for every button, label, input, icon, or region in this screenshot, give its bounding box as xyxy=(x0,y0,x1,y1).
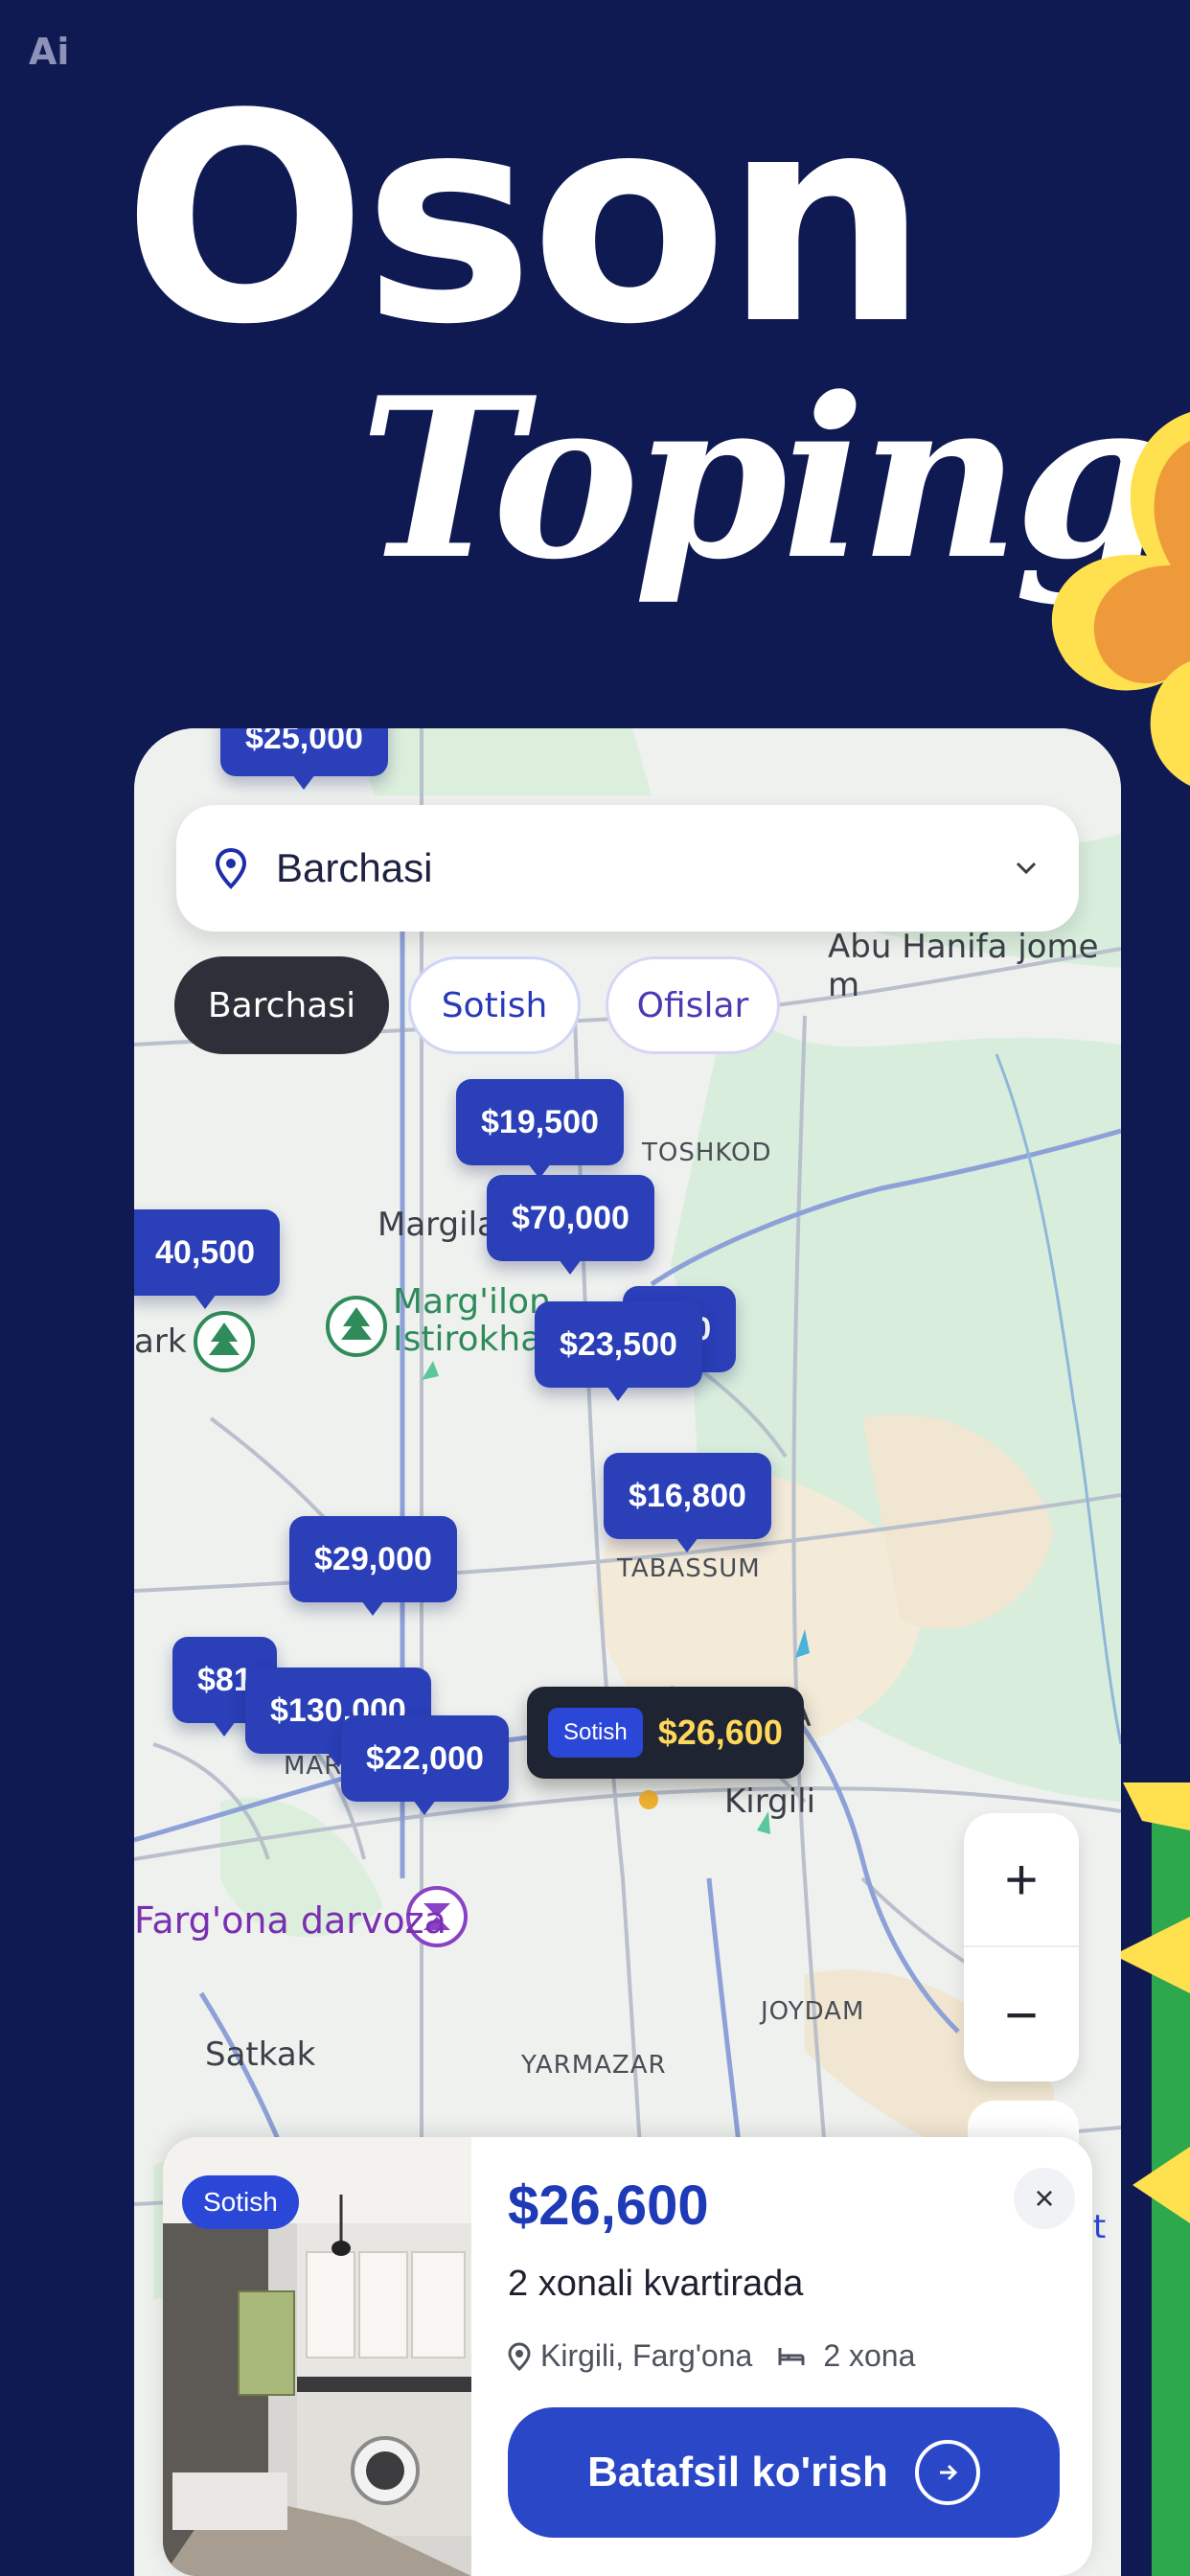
listing-price: $26,600 xyxy=(508,2174,709,2237)
chevron-down-icon[interactable] xyxy=(1012,854,1041,883)
map-label-park: ark xyxy=(134,1322,187,1361)
view-details-button[interactable]: Batafsil ko'rish xyxy=(508,2407,1060,2538)
selected-price-value: $26,600 xyxy=(657,1713,783,1752)
listing-location: Kirgili, Farg'ona xyxy=(540,2338,753,2373)
price-marker[interactable]: $19,500 xyxy=(456,1079,624,1179)
map-label-tabassum: TABASSUM xyxy=(617,1554,761,1583)
filter-chip-barchasi[interactable]: Barchasi xyxy=(174,956,389,1054)
zoom-in-button[interactable]: + xyxy=(964,1813,1079,1947)
price-marker[interactable]: 40,500 xyxy=(134,1209,280,1309)
map-label-margilon-line2: Istirokha xyxy=(393,1319,542,1359)
location-pin-icon xyxy=(508,2341,531,2371)
price-marker[interactable]: $25,000 xyxy=(220,728,388,790)
listing-title: 2 xonali kvartirada xyxy=(508,2264,804,2304)
map-label-fargona: Farg'ona darvoza xyxy=(134,1899,446,1942)
zoom-out-button[interactable]: − xyxy=(964,1947,1079,2082)
arrow-right-icon xyxy=(914,2440,980,2505)
view-details-label: Batafsil ko'rish xyxy=(587,2449,888,2496)
location-search-bar[interactable]: Barchasi xyxy=(176,805,1079,932)
listing-type-badge: Sotish xyxy=(182,2175,299,2229)
leaf-decoration xyxy=(1113,1782,1190,2576)
filter-chip-ofislar[interactable]: Ofislar xyxy=(606,956,780,1054)
zoom-controls: + − xyxy=(964,1813,1079,2082)
phone-screen: Abu Hanifa jome m TOSHKOD Margila ark Ma… xyxy=(134,728,1121,2576)
filter-chip-sotish[interactable]: Sotish xyxy=(408,956,581,1054)
headline-oson: Oson xyxy=(123,53,928,387)
map-label-yarmazar: YARMAZAR xyxy=(521,2051,667,2080)
price-marker[interactable]: $16,800 xyxy=(604,1453,771,1552)
listing-rooms: 2 xona xyxy=(823,2338,916,2373)
ai-badge: Ai xyxy=(29,31,70,73)
map-label-margilan: Margila xyxy=(378,1206,497,1244)
listing-rooms-group: 2 xona xyxy=(777,2338,915,2374)
map-label-satkak: Satkak xyxy=(205,2036,316,2074)
price-marker[interactable]: $70,000 xyxy=(487,1175,654,1275)
map-label-margilon: Marg'ilon Istirokha xyxy=(393,1282,551,1359)
map-label-margilon-line1: Marg'ilon xyxy=(393,1282,551,1322)
bed-icon xyxy=(778,2347,805,2365)
close-icon[interactable]: × xyxy=(1014,2168,1075,2229)
price-marker[interactable]: $23,500 xyxy=(535,1301,702,1401)
price-marker[interactable]: $22,000 xyxy=(341,1715,509,1815)
map-label-toshkod: TOSHKOD xyxy=(642,1138,772,1167)
selected-price-tag: Sotish xyxy=(548,1708,643,1758)
selected-price-marker[interactable]: Sotish $26,600 xyxy=(527,1687,804,1779)
listing-card[interactable]: Sotish $26,600 2 xonali kvartirada Kirgi… xyxy=(163,2137,1092,2576)
location-pin-icon xyxy=(215,847,247,889)
map-label-kirgili: Kirgili xyxy=(724,1782,816,1821)
search-bar-label: Barchasi xyxy=(276,845,433,890)
map-label-joydam: JOYDAM xyxy=(761,1997,865,2026)
listing-meta: Kirgili, Farg'ona 2 xona xyxy=(508,2338,915,2374)
price-marker[interactable]: $29,000 xyxy=(289,1516,457,1616)
map-label-abu-hanifa: Abu Hanifa jome m xyxy=(828,928,1099,1004)
